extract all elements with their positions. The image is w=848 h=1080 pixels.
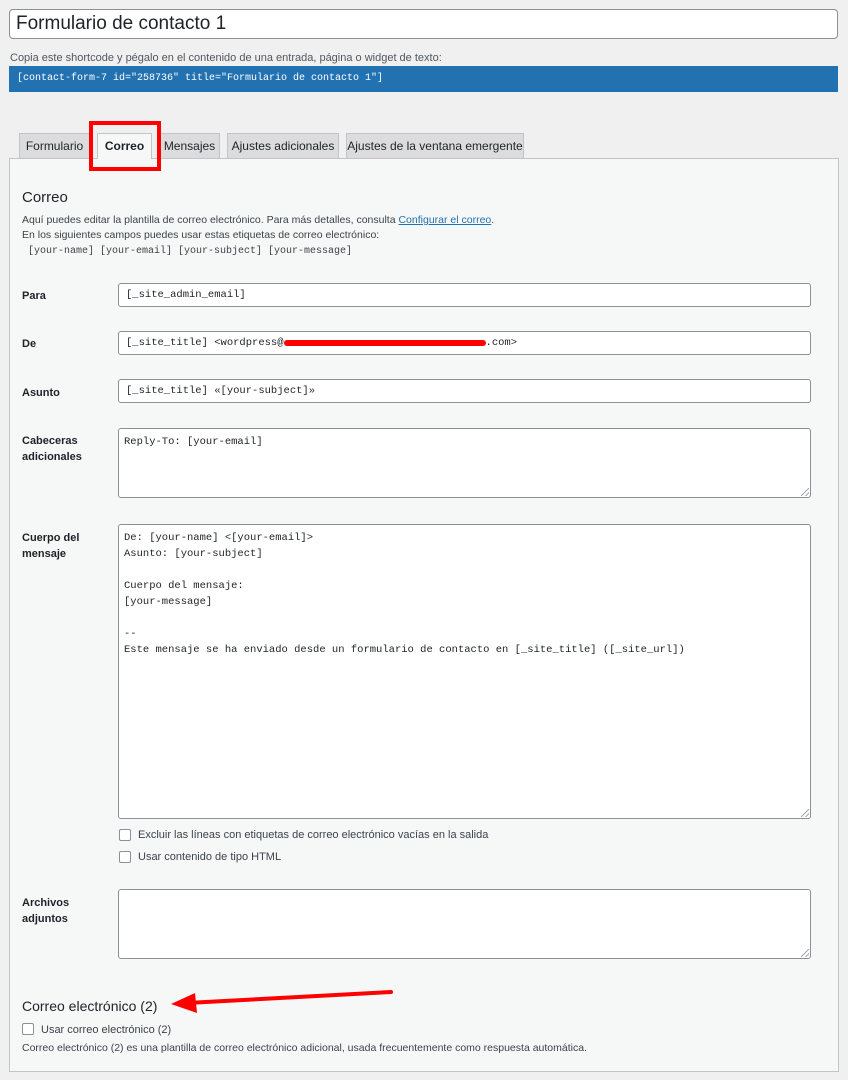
from-field-prefix: [_site_title] <wordpress@ — [126, 337, 284, 349]
tab-formulario[interactable]: Formulario — [19, 133, 90, 158]
body-label-line1: Cuerpo del — [22, 532, 80, 544]
mail-description-end: . — [491, 214, 495, 226]
annotation-arrow — [171, 990, 393, 1013]
tab-ajustes-ventana-emergente[interactable]: Ajustes de la ventana emergente — [346, 133, 524, 158]
body-label-line2: mensaje — [22, 548, 67, 560]
use-html-checkbox[interactable] — [119, 851, 131, 863]
shortcode-help-text: Copia este shortcode y pégalo en el cont… — [10, 52, 442, 64]
exclude-blank-checkbox[interactable] — [119, 829, 131, 841]
attachments-resize-handle[interactable] — [801, 949, 809, 957]
mail-tags-list: [your-name] [your-email] [your-subject] … — [28, 246, 353, 257]
form-title-input[interactable] — [9, 9, 838, 39]
body-label: Cuerpo del mensaje — [22, 530, 79, 562]
to-label: Para — [22, 290, 46, 302]
headers-label-line2: adicionales — [22, 451, 82, 463]
mail-description-text: Aquí puedes editar la plantilla de corre… — [22, 214, 399, 226]
to-field[interactable]: [_site_admin_email] — [118, 283, 811, 307]
use-mail2-label[interactable]: Usar correo electrónico (2) — [41, 1024, 171, 1036]
active-tab-highlight-box — [89, 121, 161, 171]
exclude-blank-label[interactable]: Excluir las líneas con etiquetas de corr… — [138, 829, 488, 841]
additional-headers-textarea[interactable]: Reply-To: [your-email] — [118, 428, 811, 498]
attachments-label-line1: Archivos — [22, 897, 70, 909]
headers-label-line1: Cabeceras — [22, 435, 78, 447]
annotation-arrow-shaft — [185, 990, 393, 1005]
shortcode-box[interactable]: [contact-form-7 id="258736" title="Formu… — [9, 66, 838, 92]
subject-field[interactable]: [_site_title] «[your-subject]» — [118, 379, 811, 403]
headers-label: Cabeceras adicionales — [22, 433, 82, 465]
headers-resize-handle[interactable] — [801, 488, 809, 496]
mail2-description: Correo electrónico (2) es una plantilla … — [22, 1042, 587, 1054]
attachments-label: Archivos adjuntos — [22, 895, 69, 927]
mail-description: Aquí puedes editar la plantilla de corre… — [22, 214, 494, 226]
subject-label: Asunto — [22, 387, 60, 399]
redaction-mark — [284, 340, 486, 346]
attachments-label-line2: adjuntos — [22, 913, 68, 925]
from-field-suffix: .com> — [485, 337, 518, 349]
annotation-arrow-head — [171, 993, 197, 1013]
message-body-textarea[interactable]: De: [your-name] <[your-email]> Asunto: [… — [118, 524, 811, 819]
use-html-label[interactable]: Usar contenido de tipo HTML — [138, 851, 281, 863]
mail-tags-intro: En los siguientes campos puedes usar est… — [22, 229, 380, 241]
use-mail2-checkbox[interactable] — [22, 1023, 34, 1035]
tab-ajustes-adicionales[interactable]: Ajustes adicionales — [227, 133, 339, 158]
configure-mail-link[interactable]: Configurar el correo — [398, 214, 491, 226]
mail2-section-heading: Correo electrónico (2) — [22, 998, 158, 1014]
from-label: De — [22, 338, 37, 350]
mail-section-heading: Correo — [22, 189, 68, 206]
attachments-textarea[interactable] — [118, 889, 811, 959]
tab-mensajes[interactable]: Mensajes — [159, 133, 220, 158]
body-resize-handle[interactable] — [801, 809, 809, 817]
